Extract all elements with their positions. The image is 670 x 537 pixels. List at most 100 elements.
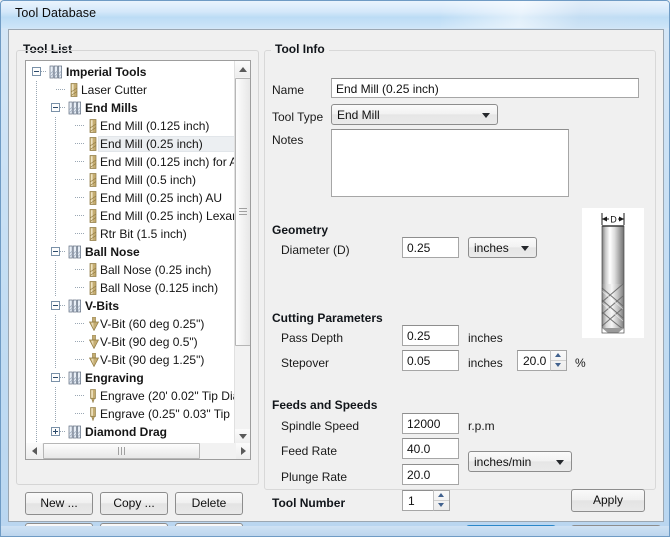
tree-expander-minus-icon[interactable] — [51, 103, 60, 112]
tree-item[interactable]: End Mill (0.125 inch) for AU — [26, 153, 250, 171]
tree-item[interactable]: Imperial Tools — [26, 63, 250, 81]
tree-connector — [75, 413, 85, 414]
tree-expander-minus-icon[interactable] — [51, 247, 60, 256]
copy-button[interactable]: Copy ... — [100, 492, 168, 515]
tree-connector — [36, 423, 37, 441]
apply-button[interactable]: Apply — [571, 489, 645, 512]
tree-item[interactable]: V-Bits — [26, 297, 250, 315]
tree-item[interactable]: Metric Tools — [26, 459, 250, 460]
tree-connector — [75, 125, 85, 126]
stepover-units: inches — [468, 356, 503, 370]
grip-icon — [117, 447, 127, 455]
stepper-increment[interactable] — [434, 491, 449, 501]
tool-type-select[interactable]: End Mill — [331, 104, 498, 125]
tree-item-label: V-Bit (90 deg 1.25") — [100, 353, 205, 367]
tree-connector — [36, 153, 37, 171]
tree-item[interactable]: End Mill (0.25 inch) — [26, 135, 250, 153]
tool-number-stepper[interactable] — [433, 490, 450, 511]
tree-expander-plus-icon[interactable] — [51, 427, 60, 436]
vbit-icon — [88, 316, 100, 332]
tree-expander-minus-icon[interactable] — [51, 301, 60, 310]
triangle-up-icon — [438, 493, 444, 498]
tree-connector — [75, 161, 85, 162]
tree-horizontal-scrollbar[interactable] — [26, 443, 250, 459]
diameter-field[interactable]: 0.25 — [402, 237, 459, 258]
tree-connector — [36, 225, 37, 243]
tree-item[interactable]: End Mill (0.125 inch) — [26, 117, 250, 135]
tree-connector — [55, 189, 56, 207]
plunge-rate-field[interactable]: 20.0 — [402, 464, 459, 485]
name-field[interactable]: End Mill (0.25 inch) — [331, 78, 639, 98]
tree-connector — [75, 269, 85, 270]
horizontal-scroll-thumb[interactable] — [43, 443, 200, 459]
tree-item[interactable]: Ball Nose (0.25 inch) — [26, 261, 250, 279]
tree-item[interactable]: Diamond Drag — [26, 423, 250, 441]
tree-item[interactable]: Rtr Bit (1.5 inch) — [26, 225, 250, 243]
tree-item-label: Laser Cutter — [81, 83, 148, 97]
title-bar[interactable]: Tool Database — [1, 1, 669, 28]
tree-item[interactable]: Engrave (20' 0.02" Tip Dia) — [26, 387, 250, 405]
tool-group-icon — [68, 425, 82, 439]
tree-connector — [75, 323, 85, 324]
chevron-left-icon — [32, 447, 37, 455]
tree-connector — [56, 89, 66, 90]
tree-vertical-scrollbar[interactable] — [234, 61, 250, 445]
tree-connector — [75, 233, 85, 234]
end-mill-diagram: D — [601, 213, 625, 334]
cutting-parameters-heading: Cutting Parameters — [272, 311, 383, 325]
tree-connector — [55, 279, 56, 297]
new-button[interactable]: New ... — [25, 492, 93, 515]
tree-item-label: Metric Tools — [66, 459, 136, 460]
tree-item-label: Ball Nose (0.25 inch) — [100, 263, 212, 277]
tool-number-label: Tool Number — [272, 496, 346, 510]
tree-item[interactable]: End Mill (0.25 inch) Lexan — [26, 207, 250, 225]
tool-bit-icon — [89, 137, 97, 151]
vbit-icon — [88, 334, 100, 350]
tree-item[interactable]: Ball Nose (0.125 inch) — [26, 279, 250, 297]
tree-item[interactable]: End Mill (0.5 inch) — [26, 171, 250, 189]
tree-item[interactable]: Engraving — [26, 369, 250, 387]
rate-units-select[interactable]: inches/min — [468, 451, 572, 472]
tree-item[interactable]: V-Bit (90 deg 0.5") — [26, 333, 250, 351]
rate-units-value: inches/min — [474, 455, 532, 469]
tree-item[interactable]: V-Bit (60 deg 0.25") — [26, 315, 250, 333]
tool-group-icon — [68, 245, 82, 259]
tree-item[interactable]: End Mills — [26, 99, 250, 117]
stepper-decrement[interactable] — [434, 501, 449, 511]
stepper-increment[interactable] — [551, 351, 566, 361]
tree-expander-minus-icon[interactable] — [51, 373, 60, 382]
feed-rate-field[interactable]: 40.0 — [402, 438, 459, 459]
stepover-field[interactable]: 0.05 — [402, 350, 459, 371]
stepover-percent-stepper[interactable] — [550, 350, 567, 371]
vertical-scroll-thumb[interactable] — [235, 78, 250, 346]
tree-connector — [36, 369, 37, 387]
diameter-units-select[interactable]: inches — [468, 237, 537, 258]
tree-item[interactable]: End Mill (0.25 inch) AU — [26, 189, 250, 207]
tree-connector — [36, 171, 37, 189]
tree-item-label: Ball Nose — [85, 245, 140, 259]
tree-item[interactable]: Laser Cutter — [26, 81, 250, 99]
tree-item[interactable]: Ball Nose — [26, 243, 250, 261]
triangle-down-icon — [555, 363, 561, 368]
stepper-decrement[interactable] — [551, 361, 566, 371]
scroll-right-button[interactable] — [236, 443, 250, 459]
tool-info-group-label: Tool Info — [271, 42, 329, 56]
tree-item[interactable]: Engrave (0.25" 0.03" Tip D — [26, 405, 250, 423]
tree-expander-minus-icon[interactable] — [32, 67, 41, 76]
delete-button[interactable]: Delete — [175, 492, 243, 515]
spindle-speed-field[interactable]: 12000 — [402, 413, 459, 434]
scroll-up-button[interactable] — [235, 61, 250, 77]
spindle-speed-label: Spindle Speed — [281, 419, 360, 433]
tree-item[interactable]: V-Bit (90 deg 1.25") — [26, 351, 250, 369]
scroll-left-button[interactable] — [26, 443, 42, 459]
vbit-icon — [88, 352, 100, 368]
tool-group-icon — [68, 101, 82, 115]
tree-connector — [75, 197, 85, 198]
tool-tree[interactable]: Imperial Tools Laser Cutter End Mills End M… — [25, 60, 251, 460]
tool-bit-icon — [89, 281, 97, 295]
notes-field[interactable] — [331, 129, 569, 197]
engrave-icon — [89, 407, 97, 422]
pass-depth-field[interactable]: 0.25 — [402, 325, 459, 346]
geometry-heading: Geometry — [272, 223, 329, 237]
pass-depth-units: inches — [468, 331, 503, 345]
